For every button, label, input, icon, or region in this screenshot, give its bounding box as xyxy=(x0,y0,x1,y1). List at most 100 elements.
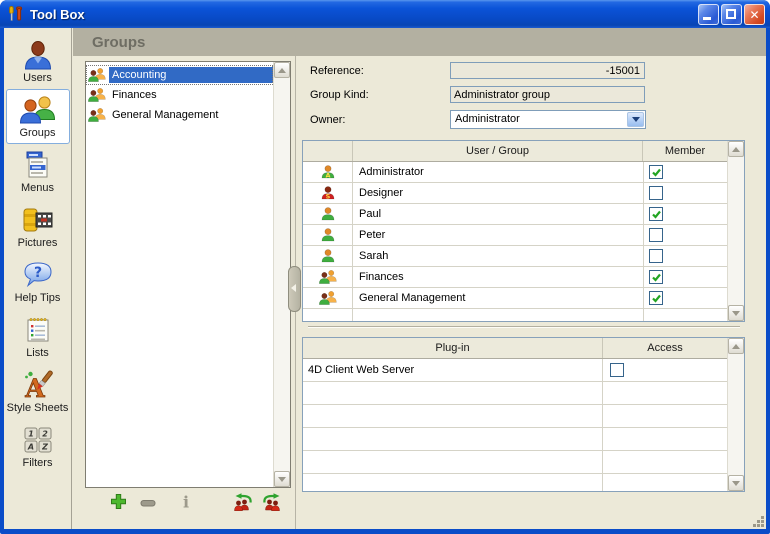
member-checkbox[interactable] xyxy=(649,228,663,242)
member-row[interactable]: A Administrator xyxy=(303,162,727,183)
members-table-rows: A AdministratorSDesignerPaulPeterSarahFin… xyxy=(303,162,727,321)
member-checkbox[interactable] xyxy=(649,186,663,200)
owner-select[interactable]: Administrator xyxy=(450,110,646,129)
splitter-handle[interactable] xyxy=(288,266,301,312)
scroll-track[interactable] xyxy=(728,157,744,305)
column-header-plugin[interactable]: Plug-in xyxy=(303,338,603,358)
column-header-user-group[interactable]: User / Group xyxy=(353,141,643,161)
sidebar-item-menus[interactable]: Menus xyxy=(6,144,70,199)
member-checkbox[interactable] xyxy=(649,207,663,221)
scroll-up-button[interactable] xyxy=(274,62,290,78)
member-row[interactable]: Paul xyxy=(303,204,727,225)
scroll-up-button[interactable] xyxy=(728,141,744,157)
scroll-down-button[interactable] xyxy=(728,475,744,491)
member-cell xyxy=(643,246,727,266)
empty-cell xyxy=(603,451,727,473)
minimize-button[interactable] xyxy=(698,4,719,25)
add-button[interactable] xyxy=(107,495,129,513)
group-icon xyxy=(88,87,107,103)
resize-grip[interactable] xyxy=(751,514,765,528)
menus-icon xyxy=(23,148,53,182)
group-name: Finances xyxy=(109,87,273,103)
plugins-table-scrollbar[interactable] xyxy=(727,338,744,491)
group-detail-panel: Reference: -15001 Group Kind: Administra… xyxy=(302,56,766,529)
svg-text:i: i xyxy=(183,493,189,511)
empty-cell xyxy=(303,309,353,321)
scroll-up-button[interactable] xyxy=(728,338,744,354)
info-button[interactable]: i xyxy=(175,495,197,513)
empty-cell xyxy=(303,451,603,473)
members-table-scrollbar[interactable] xyxy=(727,141,744,321)
plugin-name: 4D Client Web Server xyxy=(303,359,603,381)
svg-text:A: A xyxy=(325,171,330,179)
member-name: Designer xyxy=(353,183,643,203)
content-area: AccountingFinancesGeneral Management i R… xyxy=(73,56,766,529)
user-icon xyxy=(303,246,353,266)
close-button[interactable] xyxy=(744,4,765,25)
member-checkbox[interactable] xyxy=(649,270,663,284)
group-icon xyxy=(303,267,353,287)
sidebar-item-help-tips[interactable]: ?Help Tips xyxy=(6,254,70,309)
member-checkbox[interactable] xyxy=(649,165,663,179)
group-list-item[interactable]: Finances xyxy=(86,85,273,105)
member-row[interactable]: General Management xyxy=(303,288,727,309)
sidebar-item-style-sheets[interactable]: AStyle Sheets xyxy=(6,364,70,419)
groups-list-rows: Accounting Finances General Management xyxy=(86,62,273,487)
plugins-table-main: Plug-in Access 4D Client Web Server xyxy=(303,338,727,491)
scroll-down-button[interactable] xyxy=(274,471,290,487)
svg-text:A: A xyxy=(26,443,33,452)
maximize-button[interactable] xyxy=(721,4,742,25)
pictures-icon xyxy=(21,203,55,237)
sidebar-item-pictures[interactable]: Pictures xyxy=(6,199,70,254)
member-name: Administrator xyxy=(353,162,643,182)
scroll-down-button[interactable] xyxy=(728,305,744,321)
minus-icon xyxy=(140,495,157,513)
svg-text:?: ? xyxy=(33,265,41,281)
chevron-down-icon[interactable] xyxy=(627,112,644,127)
member-row[interactable]: Finances xyxy=(303,267,727,288)
load-group-button[interactable] xyxy=(231,495,253,513)
group-name: General Management xyxy=(109,107,273,123)
member-row[interactable]: Sarah xyxy=(303,246,727,267)
member-row[interactable]: SDesigner xyxy=(303,183,727,204)
plugin-row-empty xyxy=(303,451,727,474)
sidebar-item-lists[interactable]: Lists xyxy=(6,309,70,364)
member-checkbox[interactable] xyxy=(649,249,663,263)
toolbox-icon xyxy=(7,5,25,23)
sidebar-item-filters[interactable]: 12AZFilters xyxy=(6,419,70,474)
group-icon xyxy=(303,288,353,308)
empty-cell xyxy=(303,474,603,491)
plus-icon xyxy=(110,493,127,515)
save-group-button[interactable] xyxy=(261,495,283,513)
member-row-empty xyxy=(303,309,727,321)
member-checkbox[interactable] xyxy=(649,291,663,305)
column-header-icon[interactable] xyxy=(303,141,353,161)
group-list-item[interactable]: Accounting xyxy=(86,65,273,85)
column-header-member[interactable]: Member xyxy=(643,141,727,161)
member-row[interactable]: Peter xyxy=(303,225,727,246)
window-title: Tool Box xyxy=(30,7,85,22)
sidebar-item-label: Filters xyxy=(23,457,53,469)
group-name: Accounting xyxy=(109,67,273,83)
members-table-header: User / Group Member xyxy=(303,141,727,162)
info-icon: i xyxy=(181,493,191,516)
owner-selected-value: Administrator xyxy=(455,113,520,125)
admin-user-icon: A xyxy=(303,162,353,182)
group-icon xyxy=(88,107,107,123)
plugin-row-empty xyxy=(303,428,727,451)
column-header-access[interactable]: Access xyxy=(603,338,727,358)
plugin-row[interactable]: 4D Client Web Server xyxy=(303,359,727,382)
delete-button[interactable] xyxy=(137,495,159,513)
sidebar-item-users[interactable]: Users xyxy=(6,34,70,89)
empty-cell xyxy=(603,428,727,450)
sidebar-item-label: Users xyxy=(23,72,52,84)
sidebar-item-groups[interactable]: Groups xyxy=(6,89,70,144)
scroll-track[interactable] xyxy=(728,354,744,475)
svg-text:1: 1 xyxy=(28,430,34,439)
access-checkbox[interactable] xyxy=(610,363,624,377)
groups-icon xyxy=(19,93,57,127)
titlebar[interactable]: Tool Box xyxy=(0,0,770,28)
groups-list: Accounting Finances General Management xyxy=(85,61,291,488)
sidebar-item-label: Lists xyxy=(26,347,49,359)
group-list-item[interactable]: General Management xyxy=(86,105,273,125)
